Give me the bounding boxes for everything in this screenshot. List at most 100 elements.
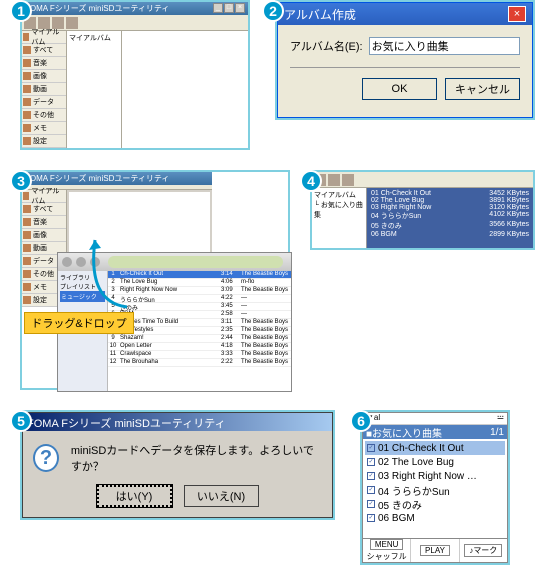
sidebar: マイアルバムすべて音楽画像動画データその他メモ設定	[22, 31, 67, 148]
track-row[interactable]: 05 きのみ3566 KBytes	[369, 221, 531, 231]
checkbox-icon: ✓	[367, 486, 375, 494]
track-row[interactable]: 02 The Love Bug3891 KBytes	[369, 197, 531, 204]
phone-track-item[interactable]: ✓02 The Love Bug	[365, 455, 505, 469]
phone-track-item[interactable]: ✓04 うららかSun	[365, 483, 505, 497]
close-button[interactable]: ×	[235, 3, 245, 13]
track-list[interactable]: 01 Ch-Check It Out3452 KBytes02 The Love…	[367, 188, 533, 248]
softkey[interactable]: PLAY	[411, 539, 459, 562]
panel-5: FOMA Fシリーズ miniSDユーティリティ ? miniSDカードへデータ…	[20, 410, 335, 520]
tree-pane[interactable]: マイアルバム	[67, 31, 122, 148]
tree-root[interactable]: マイアルバム	[69, 35, 111, 42]
sidebar-item[interactable]: データ	[22, 96, 66, 109]
phone-statusbar: ▼al 𝌃	[363, 413, 507, 425]
sidebar-item[interactable]: 画像	[22, 70, 66, 83]
phone-track-item[interactable]: ✓06 BGM	[365, 511, 505, 525]
checkbox-icon: ✓	[367, 514, 375, 522]
sidebar-item[interactable]: すべて	[22, 44, 66, 57]
track-row[interactable]: 03 Right Right Now3120 KBytes	[369, 204, 531, 211]
phone-track-item[interactable]: ✓03 Right Right Now …	[365, 469, 505, 483]
folder-icon	[23, 244, 31, 252]
track-row[interactable]: 9Shazam!2:44The Beastie Boys	[108, 335, 291, 343]
checkbox-icon: ✓	[367, 444, 375, 452]
folder-icon	[23, 33, 29, 41]
app-window-1: FOMA Fシリーズ miniSDユーティリティ _ □ × マイアルバムすべて…	[22, 2, 248, 148]
track-row[interactable]: 12The Brouhaha2:22The Beastie Boys	[108, 359, 291, 367]
sidebar-item[interactable]: 設定	[22, 135, 66, 148]
step-badge-1: 1	[10, 0, 32, 22]
tool-icon[interactable]	[328, 174, 340, 186]
sidebar-item[interactable]: 画像	[22, 229, 66, 242]
track-row[interactable]: 8All Lifestyles2:35The Beastie Boys	[108, 327, 291, 335]
confirm-dialog: FOMA Fシリーズ miniSDユーティリティ ? miniSDカードへデータ…	[22, 412, 333, 518]
step-badge-2: 2	[262, 0, 284, 22]
step-badge-3: 3	[10, 170, 32, 192]
track-row[interactable]: 01 Ch-Check It Out3452 KBytes	[369, 190, 531, 197]
folder-icon	[23, 270, 31, 278]
dialog-titlebar: アルバム作成 ×	[278, 3, 532, 25]
window-title: FOMA Fシリーズ miniSDユーティリティ	[25, 3, 169, 14]
track-row[interactable]: 06 BGM2899 KBytes	[369, 231, 531, 238]
phone-tracklist[interactable]: ✓01 Ch-Check It Out✓02 The Love Bug✓03 R…	[363, 439, 507, 538]
phone-screen: ▼al 𝌃 ■お気に入り曲集 1/1 ✓01 Ch-Check It Out✓0…	[362, 412, 508, 563]
question-icon: ?	[33, 444, 59, 472]
maximize-button[interactable]: □	[224, 3, 234, 13]
minimize-button[interactable]: _	[213, 3, 223, 13]
folder-icon	[23, 137, 31, 145]
track-row[interactable]: 7It Takes Time To Build3:11The Beastie B…	[108, 319, 291, 327]
page-indicator: 1/1	[490, 427, 504, 438]
folder-icon	[23, 218, 31, 226]
folder-icon	[23, 231, 31, 239]
phone-track-item[interactable]: ✓05 きのみ	[365, 497, 505, 511]
sidebar-item[interactable]: 音楽	[22, 216, 66, 229]
track-row[interactable]: 10Open Letter4:18The Beastie Boys	[108, 343, 291, 351]
softkey[interactable]: MENUシャッフル	[363, 539, 411, 562]
cancel-button[interactable]: キャンセル	[445, 78, 520, 100]
tree-node[interactable]: └ お気に入り曲集	[314, 200, 364, 220]
folder-icon	[23, 85, 31, 93]
track-row[interactable]: 6BGM2:58—	[108, 311, 291, 319]
sidebar-item[interactable]: その他	[22, 109, 66, 122]
sidebar-item[interactable]: すべて	[22, 203, 66, 216]
track-row[interactable]: 11Crawlspace3:33The Beastie Boys	[108, 351, 291, 359]
no-button[interactable]: いいえ(N)	[184, 485, 259, 507]
checkbox-icon: ✓	[367, 472, 375, 480]
folder-icon	[23, 111, 31, 119]
panel-4: マイアルバム└ お気に入り曲集 01 Ch-Check It Out3452 K…	[310, 170, 535, 250]
dialog-create-album: アルバム作成 × アルバム名(E): OK キャンセル	[277, 2, 533, 118]
drag-drop-label: ドラッグ&ドロップ	[24, 312, 134, 334]
softkey[interactable]: ♪マーク	[460, 539, 507, 562]
tree-node[interactable]: マイアルバム	[314, 190, 364, 200]
panel-6: ▼al 𝌃 ■お気に入り曲集 1/1 ✓01 Ch-Check It Out✓0…	[360, 410, 510, 565]
phone-track-item[interactable]: ✓01 Ch-Check It Out	[365, 441, 505, 455]
folder-icon	[23, 46, 31, 54]
folder-icon	[23, 205, 31, 213]
phone-header: ■お気に入り曲集 1/1	[363, 425, 507, 439]
tree-pane[interactable]: マイアルバム└ お気に入り曲集	[312, 188, 367, 248]
content-pane	[122, 31, 248, 148]
folder-icon	[23, 257, 31, 265]
toolbar	[312, 172, 533, 188]
dialog-message: miniSDカードへデータを保存します。よろしいですか？	[71, 442, 322, 474]
ok-button[interactable]: OK	[362, 78, 437, 100]
close-button[interactable]: ×	[508, 6, 526, 22]
track-row[interactable]: 04 うららかSun4102 KBytes	[369, 211, 531, 221]
yes-button[interactable]: はい(Y)	[97, 485, 172, 507]
album-title: ■お気に入り曲集	[366, 425, 442, 440]
sidebar-item[interactable]: 動画	[22, 83, 66, 96]
tool-icon[interactable]	[342, 174, 354, 186]
sidebar-item[interactable]: マイアルバム	[22, 190, 66, 203]
sidebar-item[interactable]: メモ	[22, 122, 66, 135]
checkbox-icon: ✓	[367, 458, 375, 466]
folder-icon	[23, 59, 31, 67]
titlebar: FOMA Fシリーズ miniSDユーティリティ	[22, 172, 212, 185]
dialog-title: アルバム作成	[284, 6, 356, 23]
folder-icon	[23, 72, 31, 80]
field-label: アルバム名(E):	[290, 38, 363, 54]
sidebar-item[interactable]: 音楽	[22, 57, 66, 70]
sidebar-item[interactable]: マイアルバム	[22, 31, 66, 44]
window-controls: _ □ ×	[213, 3, 245, 14]
tool-icon[interactable]	[66, 17, 78, 29]
album-name-input[interactable]	[369, 37, 520, 55]
app-window-4: マイアルバム└ お気に入り曲集 01 Ch-Check It Out3452 K…	[312, 172, 533, 248]
prev-button[interactable]	[62, 257, 72, 267]
